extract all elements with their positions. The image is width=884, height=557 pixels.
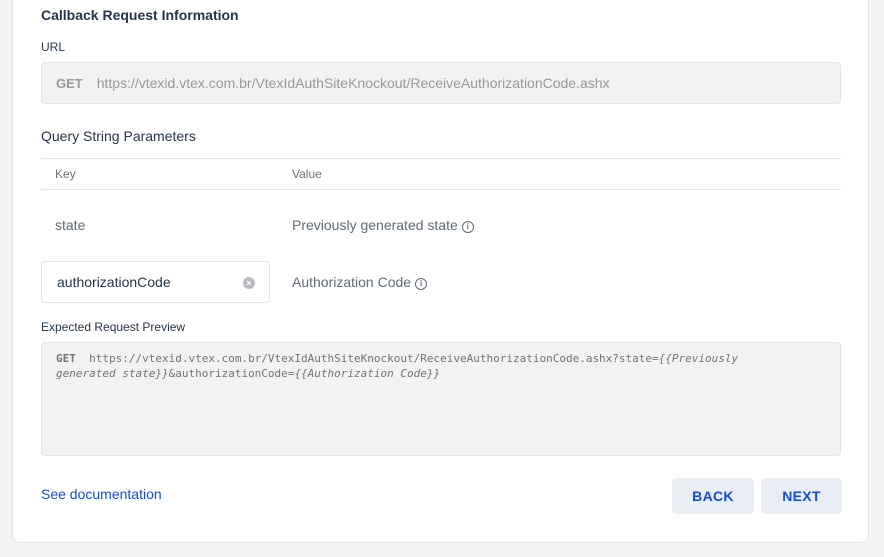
preview-auth-placeholder: {{Authorization Code}} — [294, 367, 441, 380]
request-preview: GET https://vtexid.vtex.com.br/VtexIdAut… — [41, 342, 841, 456]
info-icon[interactable]: i — [461, 221, 474, 233]
next-button[interactable]: NEXT — [761, 478, 842, 514]
preview-auth-param: &authorizationCode= — [168, 367, 295, 380]
url-label: URL — [41, 40, 66, 54]
preview-state-placeholder: {{Previously — [658, 352, 739, 365]
param-key-input-value: authorizationCode — [57, 274, 171, 290]
column-header-key: Key — [55, 167, 76, 181]
see-documentation-link[interactable]: See documentation — [41, 486, 162, 502]
url-method: GET — [56, 75, 83, 91]
table-header-divider — [41, 189, 841, 190]
param-value-authorization: Authorization Code i — [292, 274, 428, 290]
clear-icon[interactable]: × — [243, 277, 255, 289]
preview-url: https://vtexid.vtex.com.br/VtexIdAuthSit… — [89, 352, 659, 365]
info-icon[interactable]: i — [415, 278, 428, 290]
preview-state-placeholder-cont: generated state}} — [56, 367, 169, 380]
url-field: GET https://vtexid.vtex.com.br/VtexIdAut… — [41, 62, 841, 104]
param-key-state: state — [55, 217, 86, 233]
preview-method: GET — [56, 352, 76, 365]
back-button[interactable]: BACK — [672, 478, 754, 514]
callback-card: Callback Request Information URL GET htt… — [12, 0, 869, 543]
param-key-input-authorization[interactable]: authorizationCode × — [41, 261, 270, 303]
query-params-title: Query String Parameters — [41, 128, 196, 144]
table-top-divider — [41, 158, 841, 159]
column-header-value: Value — [292, 167, 322, 181]
section-title: Callback Request Information — [41, 7, 239, 23]
param-value-label: Authorization Code — [292, 274, 412, 290]
preview-label: Expected Request Preview — [41, 320, 186, 334]
param-value-label: Previously generated state — [292, 217, 458, 233]
url-value: https://vtexid.vtex.com.br/VtexIdAuthSit… — [96, 75, 610, 91]
param-value-state: Previously generated state i — [292, 217, 474, 233]
